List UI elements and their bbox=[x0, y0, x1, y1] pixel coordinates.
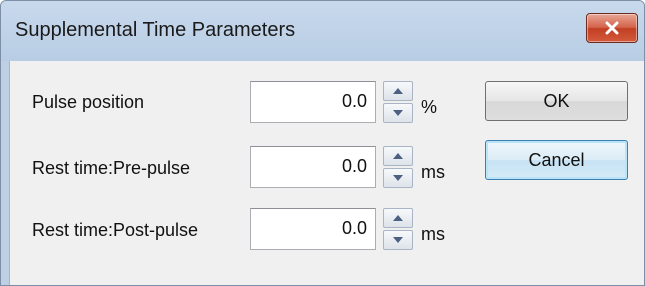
pulse-position-input[interactable]: 0.0 bbox=[250, 81, 376, 123]
post-pulse-unit: ms bbox=[421, 224, 445, 244]
cancel-button[interactable]: Cancel bbox=[485, 140, 628, 180]
pre-pulse-spin-down[interactable] bbox=[383, 168, 413, 188]
post-pulse-spin-up[interactable] bbox=[383, 208, 413, 228]
pre-pulse-unit: ms bbox=[421, 162, 445, 182]
dialog-window: Supplemental Time Parameters Pulse posit… bbox=[0, 0, 645, 286]
arrow-up-icon bbox=[393, 215, 403, 221]
post-pulse-value: 0.0 bbox=[341, 218, 367, 238]
pre-pulse-label: Rest time:Pre-pulse bbox=[32, 158, 191, 178]
pulse-position-spin-up[interactable] bbox=[383, 81, 413, 101]
post-pulse-label: Rest time:Post-pulse bbox=[32, 220, 199, 240]
close-button[interactable] bbox=[586, 13, 638, 43]
pre-pulse-input[interactable]: 0.0 bbox=[250, 146, 376, 188]
pre-pulse-spinner bbox=[383, 146, 413, 188]
title-bar[interactable]: Supplemental Time Parameters bbox=[1, 1, 644, 61]
post-pulse-spinner bbox=[383, 208, 413, 250]
arrow-up-icon bbox=[393, 88, 403, 94]
pre-pulse-spin-up[interactable] bbox=[383, 146, 413, 166]
arrow-down-icon bbox=[393, 175, 403, 181]
pulse-position-label: Pulse position bbox=[32, 92, 145, 112]
dialog-body: Pulse position 0.0 % Rest time:Pre-pulse… bbox=[9, 61, 644, 285]
arrow-down-icon bbox=[393, 110, 403, 116]
post-pulse-input[interactable]: 0.0 bbox=[250, 208, 376, 250]
arrow-up-icon bbox=[393, 153, 403, 159]
pulse-position-spin-down[interactable] bbox=[383, 103, 413, 123]
post-pulse-spin-down[interactable] bbox=[383, 230, 413, 250]
arrow-down-icon bbox=[393, 237, 403, 243]
close-icon bbox=[605, 21, 619, 35]
window-title: Supplemental Time Parameters bbox=[15, 19, 296, 41]
ok-button[interactable]: OK bbox=[485, 81, 628, 121]
pulse-position-spinner bbox=[383, 81, 413, 123]
pulse-position-value: 0.0 bbox=[341, 91, 367, 111]
pulse-position-unit: % bbox=[421, 97, 438, 117]
pre-pulse-value: 0.0 bbox=[341, 156, 367, 176]
